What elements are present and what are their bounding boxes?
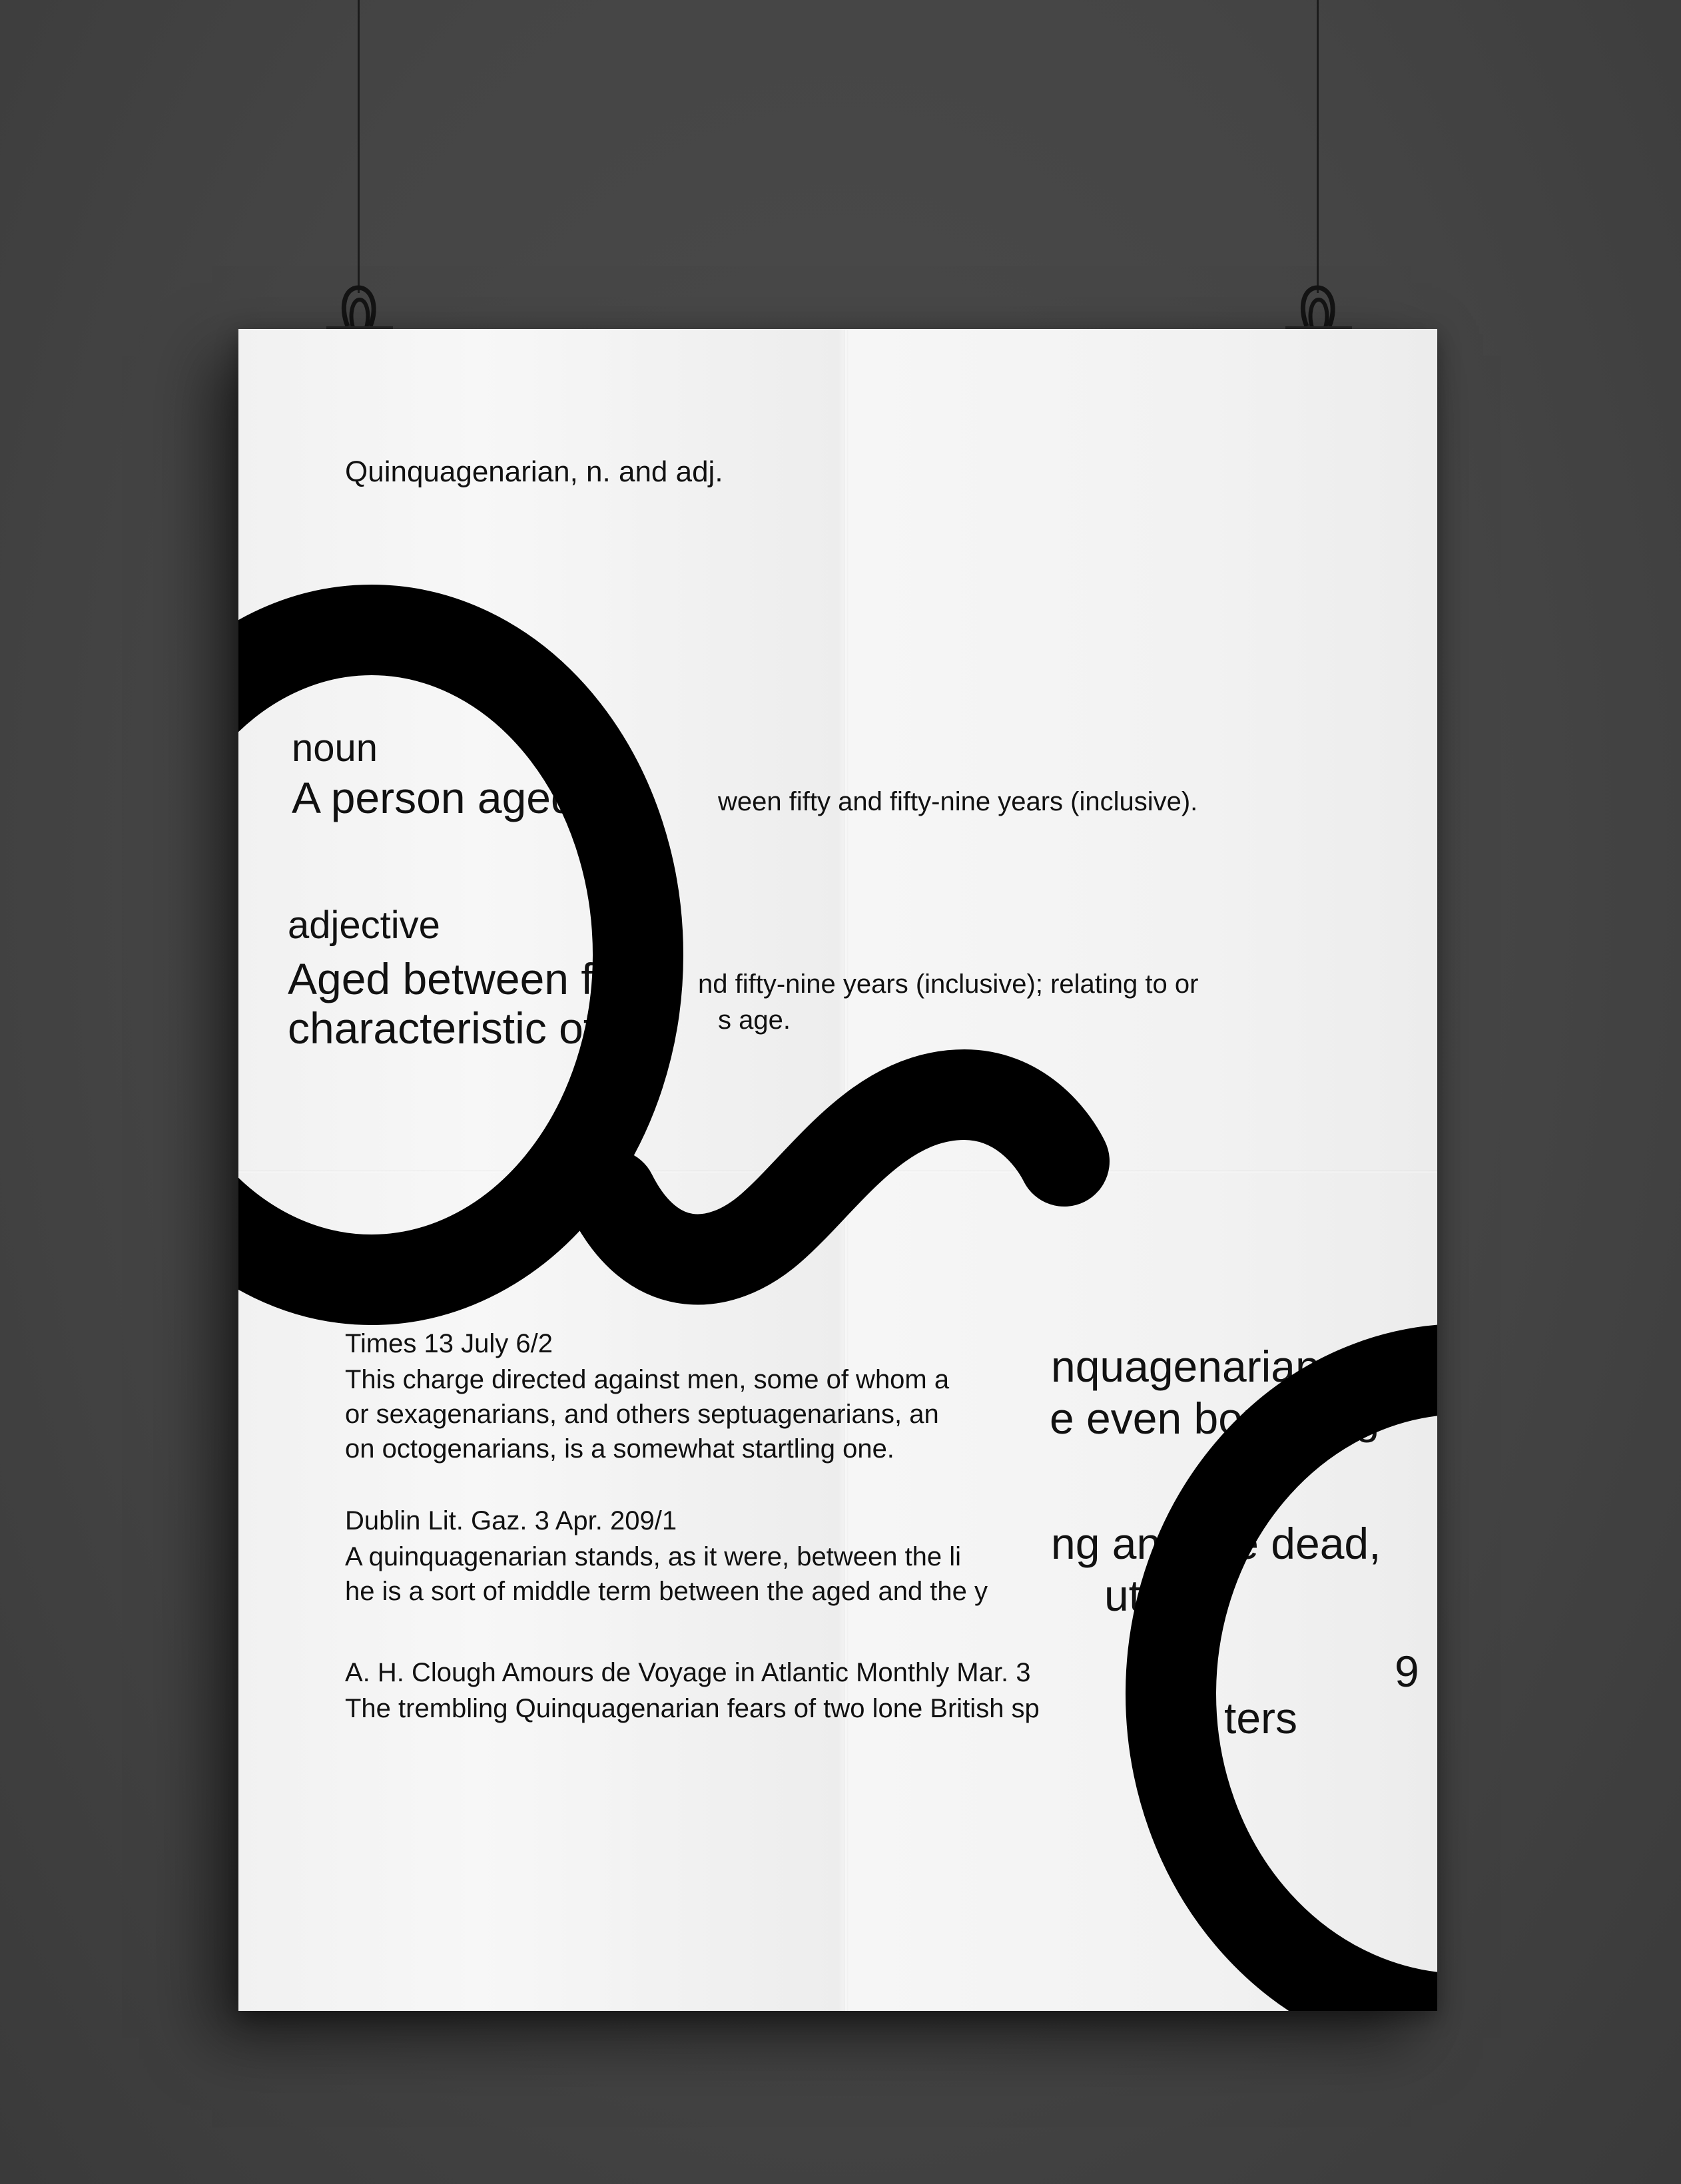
q-loop-graphic bbox=[238, 585, 1437, 2011]
connecting-swoosh-shape bbox=[566, 1049, 1110, 1305]
poster: Quinquagenarian, n. and adj. noun A pers… bbox=[238, 329, 1437, 2011]
hanging-wire-left bbox=[358, 0, 360, 293]
hanging-wire-right bbox=[1317, 0, 1319, 293]
right-loop-shape bbox=[1126, 1324, 1437, 2011]
